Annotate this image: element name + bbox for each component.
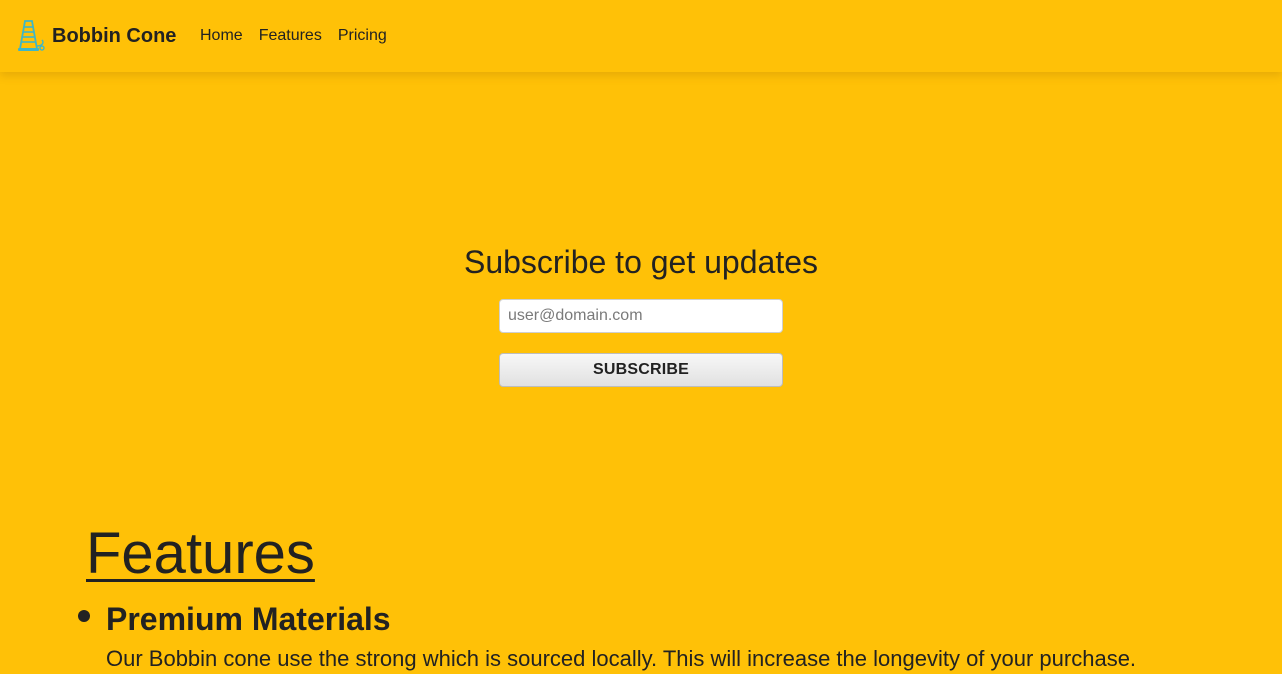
feature-list: Premium Materials Our Bobbin cone use th… [78, 598, 1256, 674]
nav-item-features: Features [259, 26, 322, 46]
nav-item-pricing: Pricing [338, 26, 387, 46]
feature-description: Our Bobbin cone use the strong which is … [106, 646, 1137, 671]
nav-links: Home Features Pricing [192, 26, 395, 46]
subscribe-title: Subscribe to get updates [463, 244, 818, 280]
feature-heading: Premium Materials [106, 601, 391, 637]
brand-link[interactable]: Bobbin Cone [16, 18, 176, 54]
navbar: Bobbin Cone Home Features Pricing [0, 0, 1282, 72]
feature-item: Premium Materials Our Bobbin cone use th… [78, 598, 1256, 674]
email-input[interactable] [499, 299, 783, 333]
brand-name: Bobbin Cone [52, 25, 177, 47]
subscribe-button[interactable]: SUBSCRIBE [499, 353, 783, 387]
bullet-icon [78, 610, 90, 622]
nav-item-home: Home [200, 26, 243, 46]
thread-cone-icon [16, 18, 46, 54]
features-title: Features [86, 521, 315, 586]
nav-link-pricing[interactable]: Pricing [338, 27, 387, 44]
nav-link-features[interactable]: Features [259, 27, 322, 44]
nav-link-home[interactable]: Home [200, 27, 243, 44]
